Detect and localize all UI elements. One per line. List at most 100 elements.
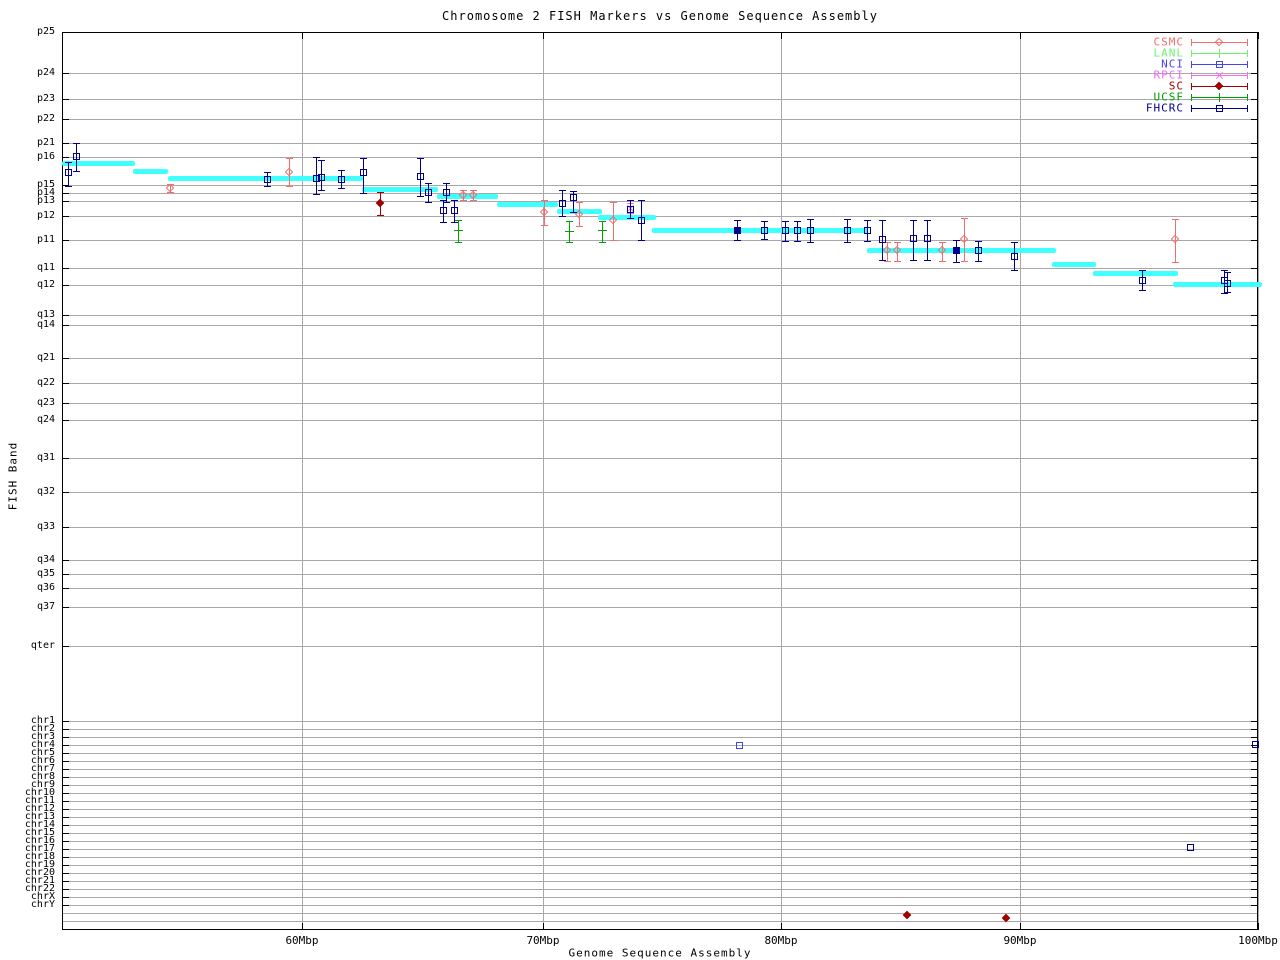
marker-line <box>1219 49 1220 58</box>
error-bar-cap <box>638 200 645 201</box>
marker-square <box>264 176 271 183</box>
error-bar-cap <box>377 192 384 193</box>
error-bar-cap <box>939 261 946 262</box>
band-segment <box>62 161 135 166</box>
marker-line <box>569 227 570 236</box>
error-bar-cap <box>599 221 606 222</box>
error-bar-cap <box>443 183 450 184</box>
marker-square <box>360 169 367 176</box>
x-tick-label: 100Mbp <box>1238 934 1278 947</box>
error-bar-cap <box>451 200 458 201</box>
marker-line <box>602 226 603 235</box>
error-bar-cap <box>451 222 458 223</box>
legend-sample-cap <box>1247 39 1248 46</box>
error-bar-cap <box>440 200 447 201</box>
y-tick-label: p11 <box>0 235 55 245</box>
marker-square <box>627 206 634 213</box>
legend-sample-cap <box>1191 94 1192 101</box>
band-segment <box>1093 271 1178 276</box>
error-bar-cap <box>627 218 634 219</box>
error-bar-cap <box>1172 262 1179 263</box>
marker-square <box>417 173 424 180</box>
marker-square <box>65 169 72 176</box>
error-bar-cap <box>953 262 960 263</box>
error-bar-cap <box>167 192 174 193</box>
error-bar-cap <box>541 225 548 226</box>
marker-square <box>953 247 960 254</box>
error-bar-cap <box>570 212 577 213</box>
marker-plus <box>1215 93 1224 102</box>
marker-plus <box>1215 49 1224 58</box>
error-bar-cap <box>455 220 462 221</box>
error-bar-cap <box>1139 290 1146 291</box>
marker-square <box>807 227 814 234</box>
error-bar-cap <box>794 221 801 222</box>
error-bar-cap <box>761 239 768 240</box>
error-bar-cap <box>417 158 424 159</box>
error-bar-cap <box>1172 219 1179 220</box>
marker-square <box>864 227 871 234</box>
marker-square <box>338 176 345 183</box>
error-bar-cap <box>65 186 72 187</box>
marker-square <box>425 189 432 196</box>
marker-square <box>1139 277 1146 284</box>
error-bar-cap <box>599 242 606 243</box>
error-bar-cap <box>734 240 741 241</box>
x-tick-label: 70Mbp <box>526 934 559 947</box>
marker-square <box>1216 105 1223 112</box>
marker-line <box>458 226 459 235</box>
y-tick-label: p22 <box>0 114 55 124</box>
error-bar-cap <box>576 226 583 227</box>
legend-sample-cap <box>1191 83 1192 90</box>
band-segment <box>652 228 868 233</box>
error-bar-cap <box>425 202 432 203</box>
marker-square <box>1216 61 1223 68</box>
y-tick-label: q22 <box>0 378 55 388</box>
marker-square <box>794 227 801 234</box>
y-tick-label: q21 <box>0 353 55 363</box>
error-bar-cap <box>953 240 960 241</box>
marker-square <box>440 207 447 214</box>
error-bar-cap <box>73 143 80 144</box>
error-bar-cap <box>455 242 462 243</box>
y-tick-label: q37 <box>0 602 55 612</box>
legend-sample-cap <box>1191 39 1192 46</box>
legend-sample-cap <box>1247 72 1248 79</box>
error-bar-cap <box>566 221 573 222</box>
error-bar-cap <box>924 220 931 221</box>
legend-sample-cap <box>1247 50 1248 57</box>
error-bar-cap <box>318 190 325 191</box>
error-bar-cap <box>470 200 477 201</box>
error-bar-cap <box>1224 272 1231 273</box>
marker-square <box>559 200 566 207</box>
error-bar-cap <box>910 220 917 221</box>
marker-square <box>924 235 931 242</box>
error-bar-cap <box>417 196 424 197</box>
error-bar-cap <box>975 261 982 262</box>
error-bar-cap <box>338 170 345 171</box>
legend-sample-cap <box>1247 94 1248 101</box>
marker-square <box>736 742 743 749</box>
error-bar-cap <box>761 221 768 222</box>
legend-sample-cap <box>1247 105 1248 112</box>
error-bar-cap <box>864 241 871 242</box>
y-tick-label: p13 <box>0 196 55 206</box>
band-segment <box>133 169 168 174</box>
error-bar-cap <box>440 222 447 223</box>
error-bar-cap <box>961 261 968 262</box>
marker-plus <box>565 227 574 236</box>
legend-sample-cap <box>1191 72 1192 79</box>
error-bar-cap <box>541 200 548 201</box>
error-bar-cap <box>782 221 789 222</box>
marker-square <box>734 227 741 234</box>
x-tick-mark-bottom <box>1258 923 1259 930</box>
error-bar-cap <box>807 242 814 243</box>
y-tick-label: p12 <box>0 211 55 221</box>
band-segment <box>497 202 558 207</box>
error-bar-cap <box>610 240 617 241</box>
error-bar-cap <box>638 240 645 241</box>
grid-line-vertical <box>1258 32 1259 930</box>
error-bar-cap <box>313 157 320 158</box>
marker-square <box>761 227 768 234</box>
error-bar-cap <box>864 220 871 221</box>
